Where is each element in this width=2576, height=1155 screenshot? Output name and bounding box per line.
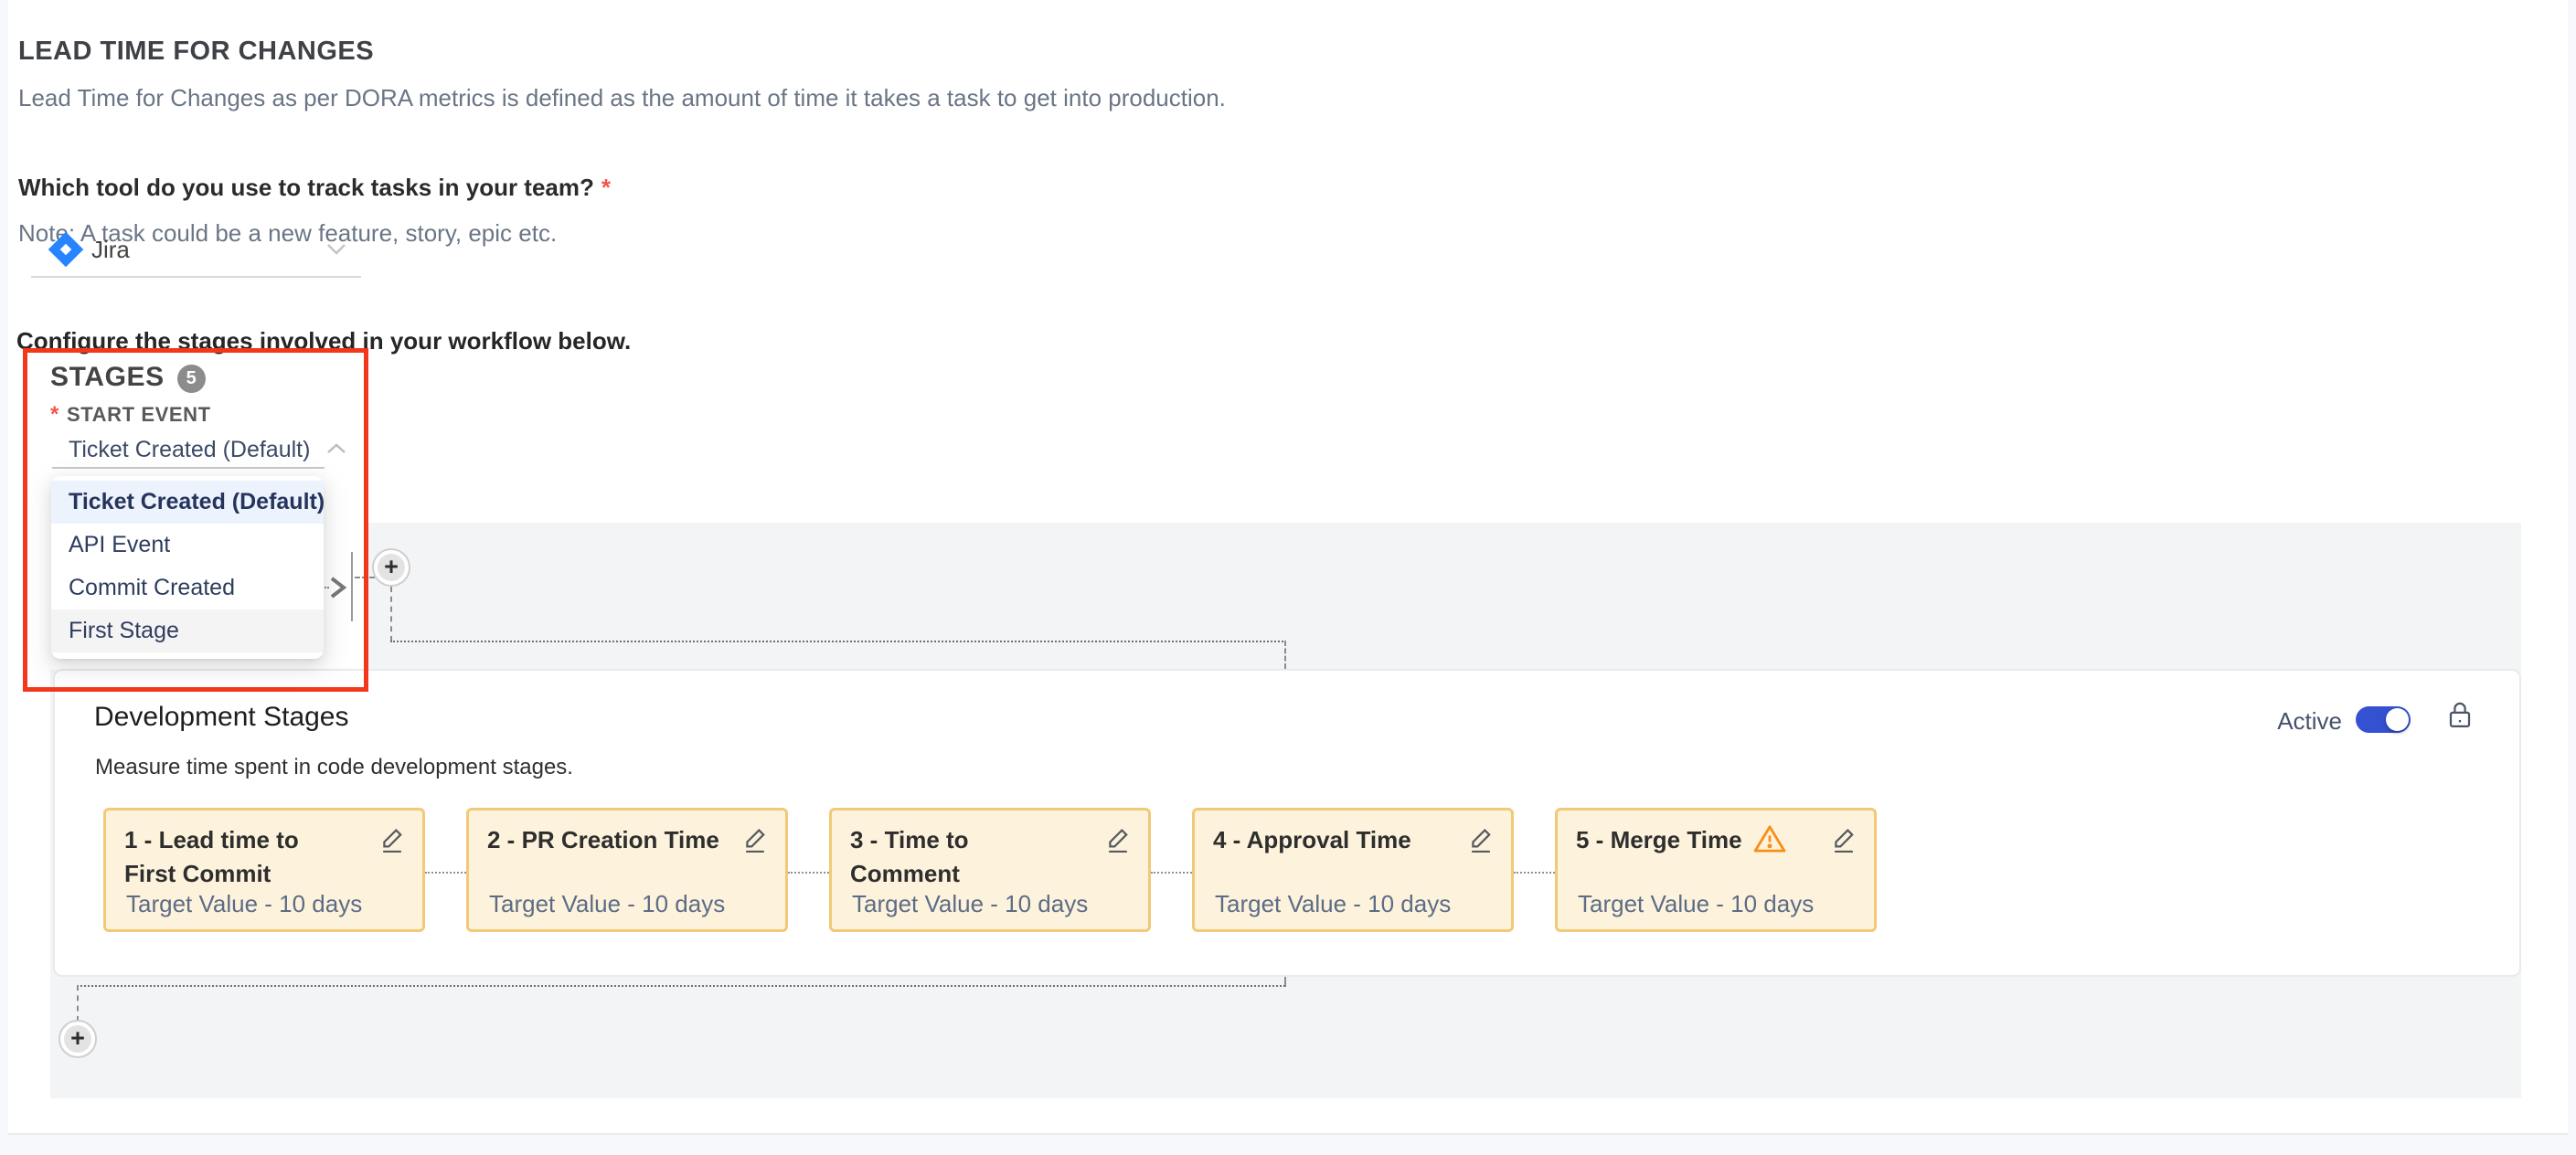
edit-icon[interactable]: [378, 825, 406, 859]
stage-title: 5 - Merge Time: [1576, 823, 1856, 863]
page-gutter: [2568, 0, 2576, 1155]
connector-dash: [1284, 641, 1286, 669]
tool-question-text: Which tool do you use to track tasks in …: [18, 174, 594, 201]
stage-card-2[interactable]: 2 - PR Creation Time Target Value - 10 d…: [466, 808, 788, 932]
lock-icon[interactable]: [2446, 700, 2474, 736]
page-gutter: [0, 0, 8, 1155]
active-toggle[interactable]: [2356, 706, 2411, 733]
edit-icon[interactable]: [1830, 825, 1857, 859]
add-stage-group-button-bottom[interactable]: +: [59, 1020, 97, 1058]
stage-title: 4 - Approval Time: [1213, 823, 1493, 857]
toggle-knob: [2386, 708, 2409, 731]
page-title: LEAD TIME FOR CHANGES: [18, 37, 374, 67]
annotation-highlight-box: [23, 348, 368, 692]
edit-icon[interactable]: [741, 825, 769, 859]
stage-group-description: Measure time spent in code development s…: [95, 755, 573, 780]
add-stage-group-button-top[interactable]: +: [372, 548, 410, 587]
required-asterisk: *: [601, 174, 611, 201]
stage-target-value: Target Value - 10 days: [1215, 890, 1451, 918]
lead-time-config-screen: LEAD TIME FOR CHANGES Lead Time for Chan…: [0, 0, 2576, 1155]
connector-dash: [77, 985, 79, 1022]
stage-target-value: Target Value - 10 days: [489, 890, 725, 918]
edit-icon[interactable]: [1467, 825, 1495, 859]
connector-dash: [390, 587, 392, 641]
stage-connector: [788, 872, 829, 874]
tool-question: Which tool do you use to track tasks in …: [18, 174, 611, 202]
stage-target-value: Target Value - 10 days: [126, 890, 362, 918]
stage-connector: [1151, 872, 1192, 874]
stage-card-5[interactable]: 5 - Merge Time Target Value - 10 days: [1555, 808, 1877, 932]
connector-dotted: [390, 641, 1286, 642]
plus-icon: +: [64, 1025, 91, 1053]
task-tool-select[interactable]: Jira: [31, 221, 361, 278]
stage-target-value: Target Value - 10 days: [1578, 890, 1814, 918]
footer-strip: [0, 1133, 2576, 1155]
stage-group-title: Development Stages: [94, 702, 349, 733]
active-toggle-label: Active: [2277, 707, 2342, 736]
connector-dotted: [77, 985, 1285, 987]
stage-target-value: Target Value - 10 days: [852, 890, 1088, 918]
stage-title: 3 - Time to Comment: [850, 823, 1130, 891]
stage-card-1[interactable]: 1 - Lead time to First Commit Target Val…: [103, 808, 425, 932]
stage-title: 2 - PR Creation Time: [487, 823, 767, 857]
page-subtitle: Lead Time for Changes as per DORA metric…: [18, 84, 1226, 112]
stage-connector: [425, 872, 466, 874]
task-tool-value: Jira: [91, 236, 130, 264]
stage-card-3[interactable]: 3 - Time to Comment Target Value - 10 da…: [829, 808, 1151, 932]
chevron-down-icon: [326, 243, 346, 260]
development-stages-panel: Development Stages Measure time spent in…: [53, 669, 2521, 977]
stage-card-4[interactable]: 4 - Approval Time Target Value - 10 days: [1192, 808, 1514, 932]
edit-icon[interactable]: [1104, 825, 1132, 859]
stage-title: 1 - Lead time to First Commit: [124, 823, 404, 891]
stage-connector: [1514, 872, 1555, 874]
jira-logo-icon: [47, 230, 85, 273]
plus-icon: +: [378, 554, 405, 581]
warning-icon: [1753, 824, 1786, 863]
stage-title-text: 5 - Merge Time: [1576, 826, 1742, 853]
